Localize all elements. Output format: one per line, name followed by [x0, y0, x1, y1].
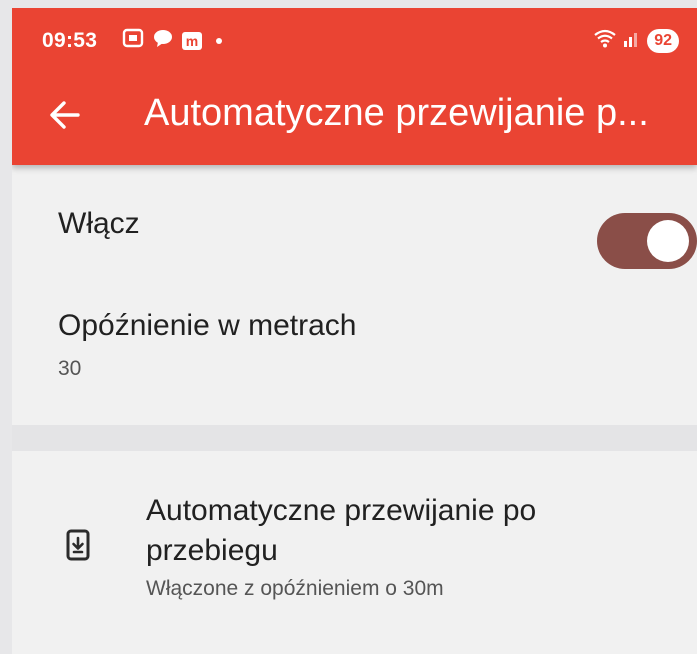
screenshot-icon	[122, 28, 144, 53]
delay-value: 30	[58, 357, 82, 380]
battery-badge: 92	[647, 28, 679, 53]
status-icons-left: m	[122, 28, 222, 53]
back-button[interactable]	[48, 98, 82, 132]
summary-subtitle: Włączone z opóźnieniem o 30m	[146, 577, 444, 600]
toggle-thumb	[647, 220, 689, 262]
summary-item[interactable]: Automatyczne przewijanie po przebiegu Wł…	[12, 451, 697, 654]
notification-dot-icon	[216, 37, 222, 44]
enable-setting-row[interactable]: Włącz	[12, 185, 697, 269]
section-divider	[12, 425, 697, 451]
status-icons-right: 92	[593, 28, 679, 53]
status-time: 09:53	[42, 29, 98, 52]
arrow-back-icon	[50, 101, 80, 129]
delay-label: Opóźnienie w metrach	[58, 309, 357, 342]
settings-card: Włącz Opóźnienie w metrach 30	[12, 165, 697, 425]
wifi-icon	[593, 28, 617, 53]
app-bar: 09:53 m 92 Automatyczne przewijanie p...	[12, 8, 697, 165]
page-title: Automatyczne przewijanie p...	[144, 92, 649, 134]
m-app-icon: m	[182, 31, 202, 50]
chat-icon	[152, 28, 174, 53]
signal-icon	[623, 28, 641, 53]
summary-title: Automatyczne przewijanie po przebiegu	[146, 494, 537, 567]
delay-setting-row[interactable]: Opóźnienie w metrach 30	[12, 295, 697, 395]
enable-label: Włącz	[58, 207, 140, 240]
screen: 09:53 m 92 Automatyczne przewijanie p...…	[12, 8, 697, 654]
enable-toggle[interactable]	[597, 213, 697, 269]
phone-download-icon	[66, 529, 90, 561]
